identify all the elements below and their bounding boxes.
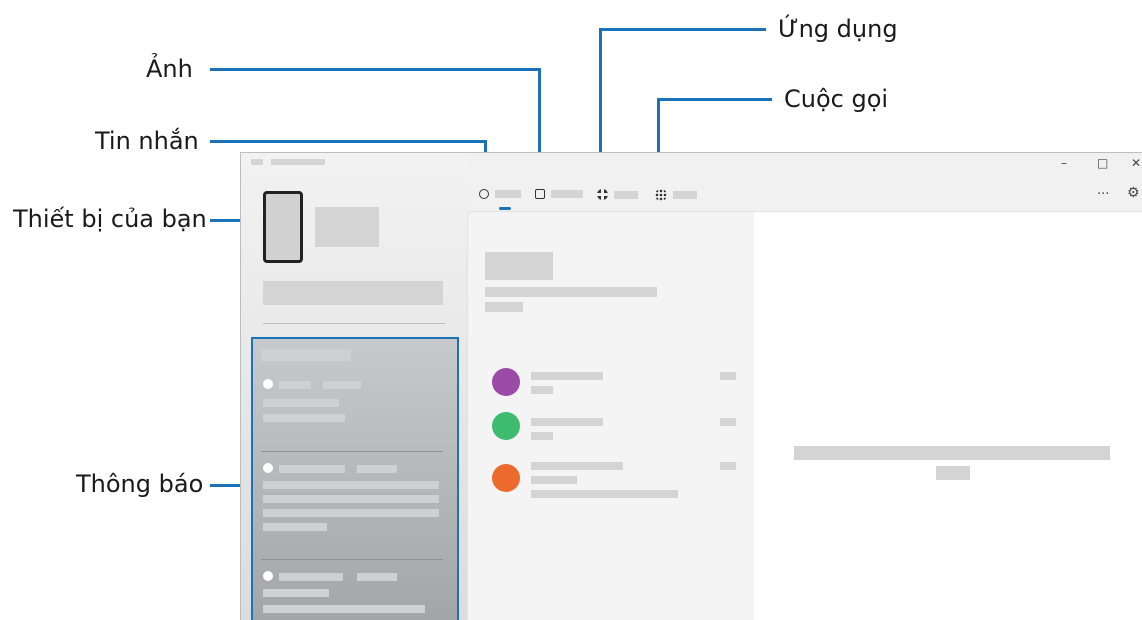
conversation-preview	[531, 432, 553, 440]
app-title-placeholder	[271, 159, 325, 165]
leader-calls-h	[658, 98, 772, 101]
callout-notifications: Thông báo	[76, 470, 204, 498]
avatar	[492, 412, 520, 440]
tab-label-placeholder	[495, 190, 521, 198]
callout-messages: Tin nhắn	[95, 127, 199, 155]
callout-calls: Cuộc gọi	[784, 85, 889, 113]
chat-bubble-icon	[479, 189, 489, 199]
conversation-time	[720, 418, 736, 426]
tab-calls[interactable]	[655, 189, 697, 201]
settings-gear-icon[interactable]: ⚙	[1127, 185, 1140, 201]
more-options-button[interactable]: ···	[1097, 187, 1109, 202]
notification-time	[357, 465, 397, 473]
app-icon	[263, 379, 273, 389]
minimize-button[interactable]: –	[1061, 156, 1067, 170]
tab-apps[interactable]	[597, 189, 638, 200]
notification-title	[279, 465, 345, 473]
notification-time	[357, 573, 397, 581]
app-icon	[263, 463, 273, 473]
conversation-time	[720, 462, 736, 470]
leader-photos-v	[538, 68, 541, 158]
image-icon	[535, 189, 545, 199]
tab-photos[interactable]	[535, 189, 583, 199]
empty-state-subtext	[936, 466, 970, 480]
close-button[interactable]: ✕	[1131, 156, 1141, 170]
notification-divider	[261, 559, 443, 560]
notification-line	[263, 509, 439, 517]
dialpad-icon	[655, 189, 667, 201]
conversation-name	[531, 418, 603, 426]
notification-line	[263, 399, 339, 407]
conversation-time	[720, 372, 736, 380]
left-pane	[241, 153, 467, 620]
device-name-placeholder	[315, 207, 379, 247]
active-tab-indicator	[499, 207, 511, 210]
leader-calls-v	[657, 98, 660, 158]
callout-apps: Ứng dụng	[778, 15, 898, 43]
notification-line	[263, 605, 425, 613]
app-window: – □ ✕ ··· ⚙	[240, 152, 1142, 620]
notification-time	[323, 381, 361, 389]
tab-label-placeholder	[614, 190, 638, 199]
messages-list-pane	[467, 211, 755, 620]
leader-photos-h	[210, 68, 540, 71]
tab-label-placeholder	[673, 191, 697, 199]
callout-photos: Ảnh	[146, 55, 193, 83]
leader-apps-h	[600, 28, 766, 31]
notification-line	[263, 523, 327, 531]
grid-apps-icon	[597, 189, 608, 200]
avatar	[492, 368, 520, 396]
notification-line	[263, 414, 345, 422]
callout-your-device: Thiết bị của bạn	[13, 205, 207, 233]
leader-messages-h	[210, 140, 486, 143]
tab-label-placeholder	[551, 190, 583, 198]
notifications-header	[261, 349, 351, 361]
device-phone-icon[interactable]	[263, 191, 303, 263]
list-header-placeholder	[485, 252, 553, 280]
avatar	[492, 464, 520, 492]
notification-divider	[261, 451, 443, 452]
app-icon	[263, 571, 273, 581]
notification-line	[263, 495, 439, 503]
notifications-panel[interactable]	[251, 337, 459, 620]
maximize-button[interactable]: □	[1097, 156, 1108, 170]
device-status-placeholder	[263, 281, 443, 305]
notification-line	[263, 481, 439, 489]
list-subheader-placeholder	[485, 287, 657, 297]
app-icon-placeholder	[251, 159, 263, 165]
tab-messages[interactable]	[479, 189, 521, 199]
conversation-preview	[531, 490, 678, 498]
conversation-name	[531, 462, 623, 470]
notification-line	[263, 589, 329, 597]
empty-state-text	[794, 446, 1110, 460]
conversation-name	[531, 372, 603, 380]
list-subheader-placeholder	[485, 302, 523, 312]
conversation-detail-pane	[754, 211, 1142, 620]
notification-title	[279, 381, 311, 389]
notification-title	[279, 573, 343, 581]
left-divider	[263, 323, 445, 324]
conversation-preview	[531, 386, 553, 394]
conversation-preview	[531, 476, 577, 484]
leader-apps-v	[599, 28, 602, 158]
